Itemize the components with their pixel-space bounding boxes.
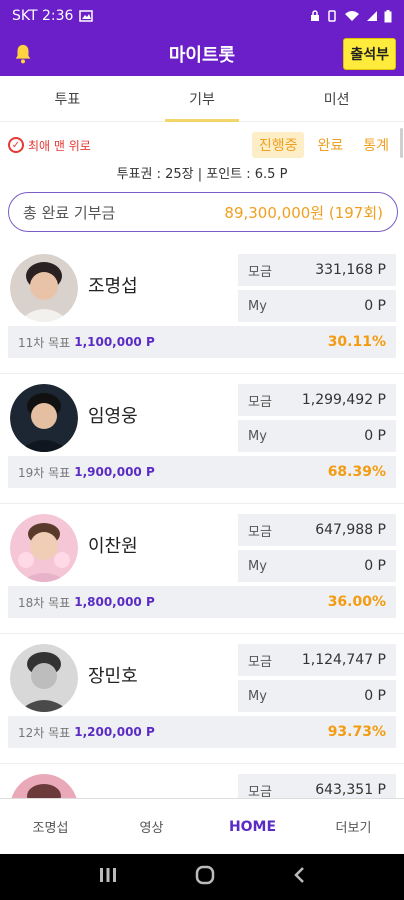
back-button[interactable] [293, 866, 305, 888]
my-row: My 0 P [238, 680, 396, 712]
collected-value: 647,988 P [315, 522, 386, 538]
app-bar: 마이트롯 출석부 [0, 32, 404, 76]
collected-value: 643,351 P [315, 782, 386, 798]
nav-artist[interactable]: 조명섭 [0, 799, 101, 854]
my-label: My [248, 558, 267, 574]
nav-more[interactable]: 더보기 [303, 799, 404, 854]
artist-name: 조명섭 [88, 276, 138, 297]
my-row: My 0 P [238, 550, 396, 582]
system-nav-bar [0, 854, 404, 900]
goal-percent: 30.11% [327, 334, 386, 350]
check-circle-icon: ✓ [8, 137, 24, 153]
nav-video[interactable]: 영상 [101, 799, 202, 854]
collected-label: 모금 [248, 524, 272, 540]
goal-percent: 93.73% [327, 724, 386, 740]
home-button[interactable] [195, 865, 215, 889]
tab-donate[interactable]: 기부 [135, 76, 270, 122]
checkin-button[interactable]: 출석부 [343, 38, 396, 70]
recent-apps-icon [100, 868, 116, 882]
my-label: My [248, 298, 267, 314]
bell-icon [15, 44, 31, 64]
collected-row: 모금 331,168 P [238, 254, 396, 286]
status-segment: 진행중 완료 통계 [251, 132, 396, 158]
favorites-top-toggle[interactable]: ✓ 최애 맨 위로 [8, 137, 91, 154]
goal-row: 18차 목표 1,800,000 P 36.00% [8, 586, 396, 618]
home-circle-icon [195, 865, 215, 885]
bell-button[interactable] [8, 39, 38, 69]
bottom-nav: 조명섭 영상 HOME 더보기 [0, 798, 404, 854]
status-left: SKT 2:36 [12, 8, 94, 24]
status-right [310, 9, 392, 23]
filter-bar: ✓ 최애 맨 위로 진행중 완료 통계 [0, 130, 404, 160]
artist-name: 이찬원 [88, 536, 138, 557]
my-label: My [248, 688, 267, 704]
favorites-top-label: 최애 맨 위로 [28, 138, 91, 153]
goal-amount: 1,100,000 P [74, 335, 155, 349]
goal-label: 18차 목표 [18, 595, 71, 610]
goal-amount: 1,800,000 P [74, 595, 155, 609]
gallery-icon [79, 10, 94, 22]
collected-row: 모금 1,299,492 P [238, 384, 396, 416]
my-value: 0 P [364, 558, 386, 574]
goal-label: 12차 목표 [18, 725, 71, 740]
my-value: 0 P [364, 428, 386, 444]
avatar [10, 644, 78, 712]
goal-percent: 68.39% [327, 464, 386, 480]
status-bar: SKT 2:36 [0, 0, 404, 32]
wifi-icon [345, 11, 359, 21]
collected-label: 모금 [248, 394, 272, 410]
segment-in-progress[interactable]: 진행중 [251, 132, 305, 158]
vibrate-icon [328, 10, 336, 22]
back-chevron-icon [294, 867, 304, 883]
avatar [10, 384, 78, 452]
segment-statistics[interactable]: 통계 [356, 132, 396, 158]
total-donation-box: 총 완료 기부금 89,300,000원 (197회) [8, 192, 398, 232]
my-label: My [248, 428, 267, 444]
status-time: SKT 2:36 [12, 8, 74, 24]
collected-row: 모금 1,124,747 P [238, 644, 396, 676]
tab-mission[interactable]: 미션 [269, 76, 404, 121]
total-donation-amount: 89,300,000원 (197회) [224, 203, 383, 222]
avatar [10, 514, 78, 582]
nav-home[interactable]: HOME [202, 799, 303, 854]
collected-row: 모금 647,988 P [238, 514, 396, 546]
donation-card[interactable]: 조명섭 모금 331,168 P My 0 P 11차 목표 1,100,000… [0, 244, 404, 374]
collected-value: 1,124,747 P [301, 652, 386, 668]
main-tabs: 투표 기부 미션 [0, 76, 404, 122]
goal-percent: 36.00% [327, 594, 386, 610]
collected-label: 모금 [248, 654, 272, 670]
collected-label: 모금 [248, 784, 272, 800]
goal-amount: 1,900,000 P [74, 465, 155, 479]
avatar [10, 254, 78, 322]
ticket-point-stats: 투표권 : 25장 | 포인트 : 6.5 P [116, 167, 288, 182]
goal-row: 11차 목표 1,100,000 P 30.11% [8, 326, 396, 358]
goal-row: 12차 목표 1,200,000 P 93.73% [8, 716, 396, 748]
my-value: 0 P [364, 688, 386, 704]
donation-card[interactable]: 장민호 모금 1,124,747 P My 0 P 12차 목표 1,200,0… [0, 634, 404, 764]
donation-card[interactable]: 임영웅 모금 1,299,492 P My 0 P 19차 목표 1,900,0… [0, 374, 404, 504]
collected-label: 모금 [248, 264, 272, 280]
donation-card[interactable]: 이찬원 모금 647,988 P My 0 P 18차 목표 1,800,000… [0, 504, 404, 634]
segment-completed[interactable]: 완료 [310, 132, 350, 158]
signal-icon [367, 11, 377, 21]
goal-amount: 1,200,000 P [74, 725, 155, 739]
total-donation-label: 총 완료 기부금 [23, 203, 116, 222]
tab-vote[interactable]: 투표 [0, 76, 135, 121]
recent-apps-button[interactable] [99, 867, 117, 887]
collected-value: 1,299,492 P [301, 392, 386, 408]
artist-name: 임영웅 [88, 406, 138, 427]
lock-icon [311, 10, 319, 21]
my-row: My 0 P [238, 420, 396, 452]
artist-name: 장민호 [88, 666, 138, 687]
battery-icon [384, 9, 392, 22]
goal-label: 19차 목표 [18, 465, 71, 480]
my-row: My 0 P [238, 290, 396, 322]
goal-label: 11차 목표 [18, 335, 71, 350]
collected-value: 331,168 P [315, 262, 386, 278]
goal-row: 19차 목표 1,900,000 P 68.39% [8, 456, 396, 488]
my-value: 0 P [364, 298, 386, 314]
